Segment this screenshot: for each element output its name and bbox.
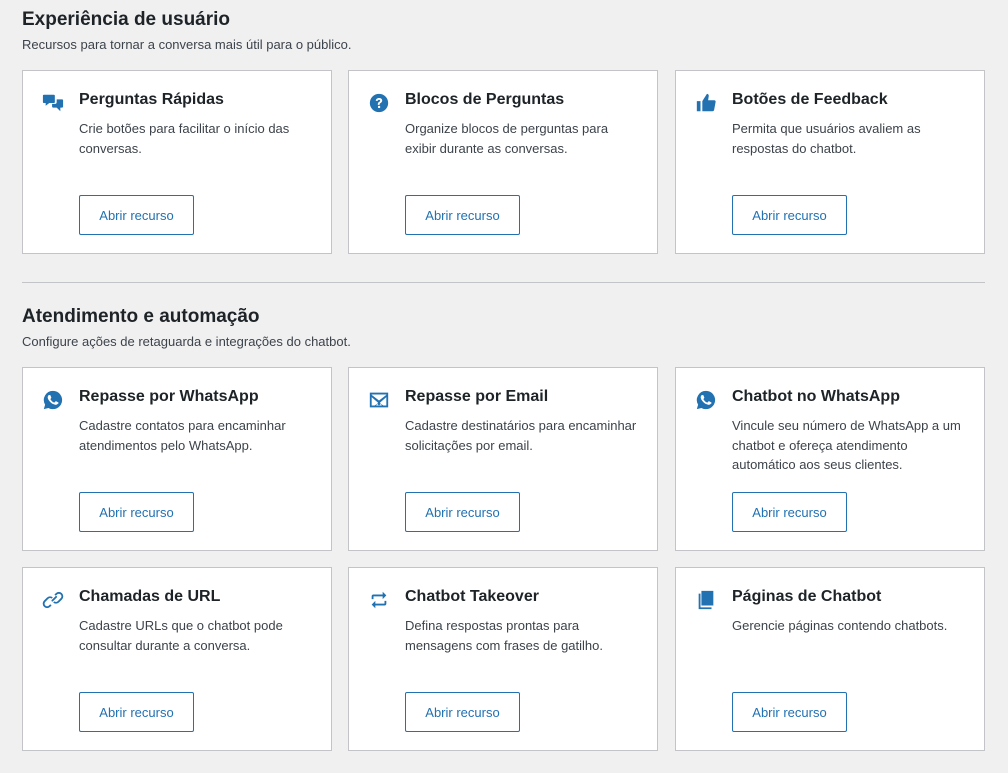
section-description: Recursos para tornar a conversa mais úti… (22, 37, 352, 52)
thumbs-up-icon (694, 91, 718, 115)
feature-card-chatbot-whatsapp: Chatbot no WhatsApp Vincule seu número d… (675, 367, 985, 551)
card-title: Botões de Feedback (732, 91, 888, 108)
section-user-experience: Experiência de usuário Recursos para tor… (22, 8, 985, 54)
open-feature-button[interactable]: Abrir recurso (732, 692, 847, 732)
section-divider (22, 282, 985, 283)
card-title: Repasse por WhatsApp (79, 388, 259, 405)
open-feature-button[interactable]: Abrir recurso (405, 195, 520, 235)
feature-card-chatbot-takeover: Chatbot Takeover Defina respostas pronta… (348, 567, 658, 751)
card-title: Repasse por Email (405, 388, 549, 405)
open-feature-button[interactable]: Abrir recurso (405, 492, 520, 532)
open-feature-button[interactable]: Abrir recurso (79, 492, 194, 532)
card-description: Defina respostas prontas para mensagens … (405, 618, 603, 653)
feature-card-botoes-de-feedback: Botões de Feedback Permita que usuários … (675, 70, 985, 254)
link-icon (41, 588, 65, 612)
whatsapp-icon (41, 388, 65, 412)
open-feature-button[interactable]: Abrir recurso (732, 492, 847, 532)
card-description: Cadastre contatos para encaminhar atendi… (79, 418, 286, 453)
feature-card-paginas-chatbot: Páginas de Chatbot Gerencie páginas cont… (675, 567, 985, 751)
card-description: Vincule seu número de WhatsApp a um chat… (732, 418, 961, 472)
open-feature-button[interactable]: Abrir recurso (405, 692, 520, 732)
section-support-automation: Atendimento e automação Configure ações … (22, 305, 985, 351)
section-title: Atendimento e automação (22, 306, 260, 327)
feature-card-repasse-email: Repasse por Email Cadastre destinatários… (348, 367, 658, 551)
feature-card-chamadas-url: Chamadas de URL Cadastre URLs que o chat… (22, 567, 332, 751)
card-title: Blocos de Perguntas (405, 91, 565, 108)
feature-card-repasse-whatsapp: Repasse por WhatsApp Cadastre contatos p… (22, 367, 332, 551)
pages-icon (694, 588, 718, 612)
feature-card-blocos-de-perguntas: Blocos de Perguntas Organize blocos de p… (348, 70, 658, 254)
card-title: Chatbot Takeover (405, 588, 539, 605)
card-description: Cadastre destinatários para encaminhar s… (405, 418, 637, 453)
card-description: Crie botões para facilitar o início das … (79, 121, 290, 156)
card-description: Cadastre URLs que o chatbot pode consult… (79, 618, 283, 653)
question-circle-icon (367, 91, 391, 115)
open-feature-button[interactable]: Abrir recurso (79, 692, 194, 732)
envelope-icon (367, 388, 391, 412)
card-title: Perguntas Rápidas (79, 91, 224, 108)
swap-arrows-icon (367, 588, 391, 612)
card-title: Chamadas de URL (79, 588, 221, 605)
section-description: Configure ações de retaguarda e integraç… (22, 334, 351, 349)
card-description: Permita que usuários avaliem as resposta… (732, 121, 921, 156)
card-description: Gerencie páginas contendo chatbots. (732, 618, 948, 633)
card-description: Organize blocos de perguntas para exibir… (405, 121, 609, 156)
whatsapp-icon (694, 388, 718, 412)
card-title: Chatbot no WhatsApp (732, 388, 900, 405)
open-feature-button[interactable]: Abrir recurso (79, 195, 194, 235)
card-title: Páginas de Chatbot (732, 588, 882, 605)
open-feature-button[interactable]: Abrir recurso (732, 195, 847, 235)
chat-bubbles-icon (41, 91, 65, 115)
feature-card-perguntas-rapidas: Perguntas Rápidas Crie botões para facil… (22, 70, 332, 254)
section-title: Experiência de usuário (22, 9, 231, 30)
